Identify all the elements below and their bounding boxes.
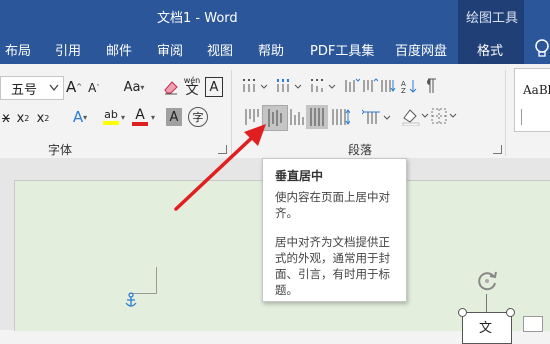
- distributed-vertical-icon: [310, 108, 324, 126]
- align-bottom-icon[interactable]: [288, 108, 306, 126]
- justify-vertical-icon[interactable]: [330, 108, 350, 126]
- show-formatting-marks-icon[interactable]: [422, 76, 442, 96]
- chevron-down-icon: [49, 84, 59, 92]
- annotation-arrow-icon: [174, 124, 266, 211]
- rotate-handle-line: [486, 294, 487, 312]
- dropdown-arrow-icon[interactable]: ▾: [151, 113, 155, 122]
- shrink-font-label: A: [88, 81, 97, 95]
- tab-pdf-tools[interactable]: PDF工具集: [310, 40, 374, 59]
- vertical-bullets-icon[interactable]: [242, 78, 274, 94]
- font-size-dropdown[interactable]: 五号: [0, 76, 64, 100]
- rotate-handle-icon[interactable]: [474, 268, 500, 294]
- styles-gallery[interactable]: AaBb: [514, 68, 550, 132]
- clear-formatting-icon[interactable]: [162, 77, 180, 97]
- tab-references[interactable]: 引用: [55, 40, 81, 59]
- highlight-swatch: [103, 121, 119, 125]
- superscript-mark: 2: [44, 113, 50, 123]
- font-color-label: A: [135, 107, 145, 123]
- tab-layout[interactable]: 布局: [5, 40, 31, 59]
- strikethrough-button[interactable]: x: [0, 108, 12, 128]
- tab-mailings[interactable]: 邮件: [106, 40, 132, 59]
- tooltip-detail: 居中对齐为文档提供正式的外观，通常用于封面、引言，有时用于标题。: [275, 235, 390, 297]
- tooltip-description: 使内容在页面上居中对齐。: [275, 190, 390, 220]
- character-border-button[interactable]: A: [205, 77, 223, 97]
- decrease-indent-icon[interactable]: [344, 78, 360, 94]
- selected-textbox[interactable]: 文: [462, 312, 512, 344]
- tooltip-title: 垂直居中: [275, 169, 324, 183]
- superscript-button[interactable]: x2: [34, 108, 52, 128]
- tab-format[interactable]: 格式: [477, 40, 503, 59]
- dropdown-arrow-icon[interactable]: ▾: [121, 113, 125, 122]
- tab-baidu-netdisk[interactable]: 百度网盘: [395, 40, 447, 59]
- multilevel-list-icon[interactable]: [310, 78, 342, 94]
- highlight-label: ab: [104, 108, 118, 121]
- font-size-value: 五号: [11, 82, 38, 98]
- borders-icon[interactable]: [430, 106, 460, 126]
- textbox-text: 文: [479, 321, 493, 336]
- character-border-label: A: [209, 79, 219, 95]
- dropdown-arrow-icon: ▾: [83, 112, 88, 122]
- sort-icon[interactable]: A Z: [400, 78, 424, 94]
- grow-font-button[interactable]: A ^: [66, 76, 82, 98]
- subscript-button[interactable]: x2: [14, 108, 32, 128]
- strikethrough-label: x: [2, 110, 10, 126]
- context-tab-group-label: 绘图工具: [466, 11, 519, 26]
- phonetic-guide-button[interactable]: wén 文: [182, 73, 202, 99]
- resize-handle[interactable]: [506, 308, 515, 317]
- phonetic-guide-char: 文: [185, 83, 199, 98]
- change-case-button[interactable]: Aa ▾: [118, 76, 150, 98]
- paragraph-dialog-launcher-icon[interactable]: [493, 145, 502, 154]
- grow-caret-icon: ^: [76, 83, 83, 91]
- tab-view[interactable]: 视图: [207, 40, 233, 59]
- subscript-label: x: [16, 110, 25, 126]
- style-preview: AaBb: [523, 83, 550, 97]
- subscript-mark: 2: [24, 113, 30, 123]
- style-indent-mark: [521, 109, 526, 125]
- font-color-swatch: [132, 122, 148, 126]
- font-group-label: 字体: [48, 143, 73, 157]
- text-effects-button[interactable]: A ▾: [66, 106, 94, 128]
- paragraph-group-label: 段落: [348, 143, 373, 157]
- paragraph-shading-icon[interactable]: [400, 106, 430, 126]
- text-effects-label: A: [72, 108, 84, 126]
- vertical-numbering-icon[interactable]: [276, 78, 308, 94]
- line-spacing-icon[interactable]: [362, 108, 392, 126]
- group-divider: [505, 70, 506, 156]
- grow-font-label: A: [65, 78, 77, 96]
- increase-indent-icon[interactable]: [362, 78, 378, 94]
- change-case-label: Aa: [123, 79, 141, 95]
- tab-help[interactable]: 帮助: [258, 40, 284, 59]
- anchor-icon: [125, 292, 137, 307]
- resize-handle[interactable]: [458, 308, 467, 317]
- superscript-label: x: [36, 110, 45, 126]
- shrink-caret-icon: ˇ: [96, 84, 100, 92]
- font-color-button[interactable]: A: [130, 106, 150, 128]
- text-direction-icon[interactable]: [380, 78, 398, 94]
- tell-me-lightbulb-icon[interactable]: [533, 38, 550, 60]
- dropdown-arrow-icon: ▾: [140, 82, 145, 92]
- tooltip: 垂直居中 使内容在页面上居中对齐。 居中对齐为文档提供正式的外观，通常用于封面、…: [262, 158, 407, 302]
- svg-text:Z: Z: [401, 87, 406, 94]
- margin-corner-mark: [130, 267, 157, 294]
- shrink-font-button[interactable]: Aˇ: [86, 78, 102, 98]
- window-title: 文档1 - Word: [157, 11, 238, 26]
- tab-review[interactable]: 审阅: [157, 40, 183, 59]
- distributed-vertical-button[interactable]: [306, 105, 328, 129]
